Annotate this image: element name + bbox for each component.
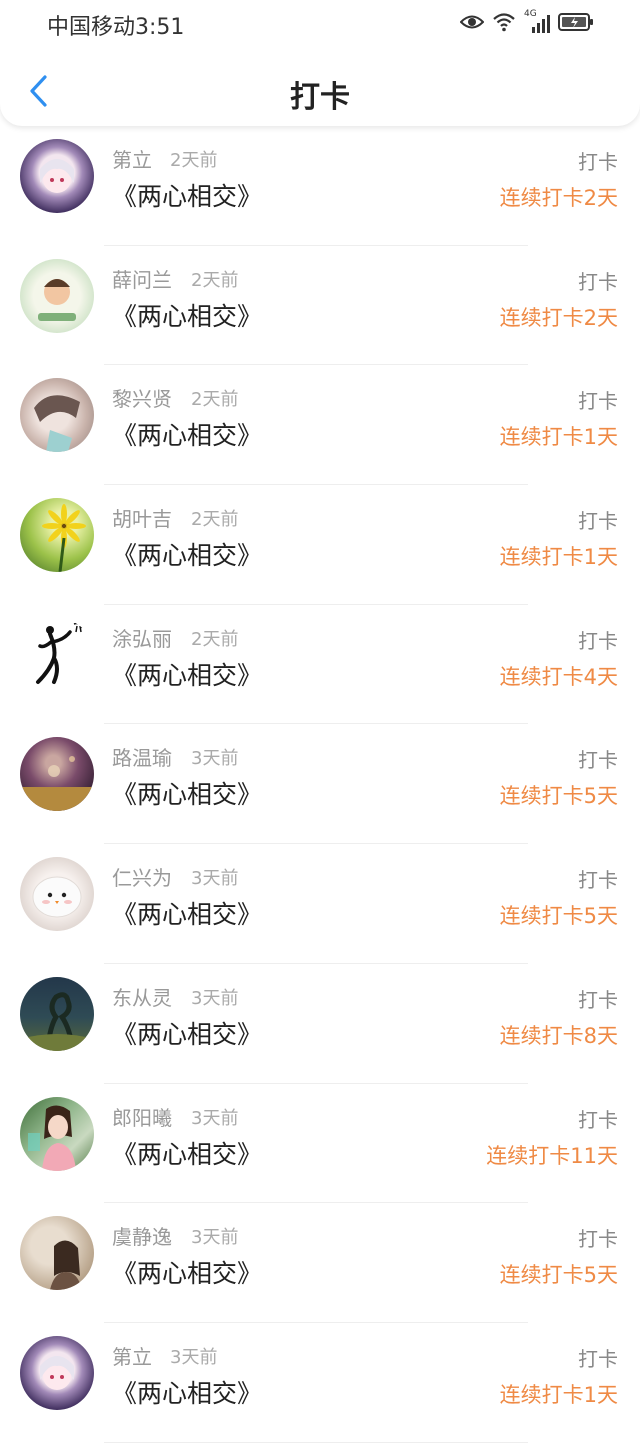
- navbar: 打卡: [0, 60, 640, 122]
- post-time: 2天前: [170, 150, 218, 171]
- book-title: 《两心相交》: [112, 780, 263, 810]
- book-title: 《两心相交》: [112, 421, 263, 451]
- checkin-label: 打卡: [578, 1346, 618, 1371]
- post-time: 2天前: [191, 628, 239, 650]
- streak-label: 连续打卡5天: [499, 904, 618, 929]
- user-name: 薛问兰: [112, 267, 172, 292]
- streak-label: 连续打卡1天: [499, 1382, 618, 1407]
- checkin-label: 打卡: [578, 748, 618, 773]
- checkin-label: 打卡: [578, 987, 618, 1012]
- post-time: 3天前: [170, 1346, 218, 1368]
- user-name: 路温瑜: [112, 746, 172, 771]
- streak-label: 连续打卡5天: [499, 1263, 618, 1288]
- streak-label: 连续打卡1天: [499, 545, 618, 570]
- streak-label: 连续打卡1天: [499, 425, 618, 450]
- avatar[interactable]: [20, 737, 94, 812]
- post-time: 2天前: [191, 509, 239, 531]
- status-icons: 4G: [460, 9, 594, 34]
- book-title: 《两心相交》: [112, 660, 263, 690]
- avatar[interactable]: [20, 139, 94, 213]
- avatar[interactable]: [20, 498, 94, 573]
- checkin-label: 打卡: [578, 868, 618, 893]
- user-name: 郎阳曦: [112, 1105, 172, 1130]
- book-title: 《两心相交》: [112, 900, 263, 930]
- avatar[interactable]: [20, 1216, 94, 1291]
- book-title: 《两心相交》: [112, 1019, 263, 1049]
- user-name: 仁兴为: [112, 866, 172, 891]
- checkin-label: 打卡: [578, 389, 618, 414]
- user-name: 胡叶吉: [112, 507, 172, 532]
- header: 中国移动3:51 4G 打卡: [0, 0, 640, 126]
- book-title: 《两心相交》: [112, 182, 263, 211]
- book-title: 《两心相交》: [112, 1139, 263, 1169]
- post-time: 2天前: [191, 269, 239, 291]
- battery-icon: [558, 13, 593, 31]
- post-time: 3天前: [191, 987, 239, 1009]
- book-title: 《两心相交》: [112, 1378, 263, 1408]
- list-item[interactable]: 胡叶吉 2天前 《两心相交》 打卡 连续打卡1天: [0, 485, 640, 605]
- list-item[interactable]: 第立 3天前 《两心相交》 打卡 连续打卡1天: [0, 1323, 640, 1443]
- user-name: 东从灵: [112, 985, 172, 1010]
- list-item[interactable]: 路温瑜 3天前 《两心相交》 打卡 连续打卡5天: [0, 724, 640, 845]
- book-title: 《两心相交》: [112, 301, 263, 331]
- avatar[interactable]: [20, 857, 94, 932]
- book-title: 《两心相交》: [112, 541, 263, 571]
- user-name: 第立: [112, 148, 152, 172]
- checkin-label: 打卡: [578, 150, 618, 174]
- eye-icon: [460, 15, 484, 29]
- list-item[interactable]: 涂弘丽 2天前 《两心相交》 打卡 连续打卡4天: [0, 605, 640, 725]
- checkin-list: 第立 2天前 《两心相交》 打卡 连续打卡2天 薛问兰 2天前 《两心相交》 打…: [0, 126, 640, 1443]
- post-time: 3天前: [191, 868, 239, 890]
- streak-label: 连续打卡2天: [499, 186, 618, 210]
- avatar[interactable]: [20, 378, 94, 453]
- status-bar: 中国移动3:51 4G: [0, 0, 640, 44]
- book-title: 《两心相交》: [112, 1259, 263, 1289]
- streak-label: 连续打卡2天: [499, 305, 618, 330]
- avatar[interactable]: [20, 1335, 94, 1410]
- streak-label: 连续打卡8天: [499, 1023, 618, 1048]
- checkin-label: 打卡: [578, 509, 618, 534]
- list-item[interactable]: 仁兴为 3天前 《两心相交》 打卡 连续打卡5天: [0, 844, 640, 964]
- divider: [104, 1441, 528, 1443]
- user-name: 第立: [112, 1344, 152, 1369]
- post-time: 3天前: [191, 1227, 239, 1249]
- user-name: 黎兴贤: [112, 387, 172, 412]
- wifi-icon: [493, 13, 515, 32]
- list-item[interactable]: 郎阳曦 3天前 《两心相交》 打卡 连续打卡11天: [0, 1084, 640, 1204]
- avatar[interactable]: [20, 976, 94, 1051]
- avatar[interactable]: [20, 258, 94, 333]
- carrier-time: 中国移动3:51: [47, 15, 185, 40]
- checkin-label: 打卡: [578, 1107, 618, 1132]
- streak-label: 连续打卡4天: [499, 664, 618, 689]
- checkin-label: 打卡: [578, 1227, 618, 1252]
- post-time: 2天前: [191, 389, 239, 411]
- avatar[interactable]: [20, 617, 94, 692]
- post-time: 3天前: [191, 1107, 239, 1129]
- list-item[interactable]: 第立 2天前 《两心相交》 打卡 连续打卡2天: [0, 126, 640, 246]
- list-item[interactable]: 东从灵 3天前 《两心相交》 打卡 连续打卡8天: [0, 964, 640, 1084]
- streak-label: 连续打卡11天: [486, 1143, 618, 1168]
- list-item[interactable]: 虞静逸 3天前 《两心相交》 打卡 连续打卡5天: [0, 1203, 640, 1323]
- streak-label: 连续打卡5天: [499, 784, 618, 809]
- list-item[interactable]: 黎兴贤 2天前 《两心相交》 打卡 连续打卡1天: [0, 365, 640, 486]
- user-name: 涂弘丽: [112, 626, 172, 651]
- checkin-label: 打卡: [578, 269, 618, 294]
- post-time: 3天前: [191, 748, 239, 770]
- page-title: 打卡: [290, 80, 350, 115]
- checkin-label: 打卡: [578, 628, 618, 653]
- signal-icon: 4G: [524, 9, 550, 33]
- user-name: 虞静逸: [112, 1225, 172, 1250]
- avatar[interactable]: [20, 1096, 94, 1171]
- list-item[interactable]: 薛问兰 2天前 《两心相交》 打卡 连续打卡2天: [0, 246, 640, 366]
